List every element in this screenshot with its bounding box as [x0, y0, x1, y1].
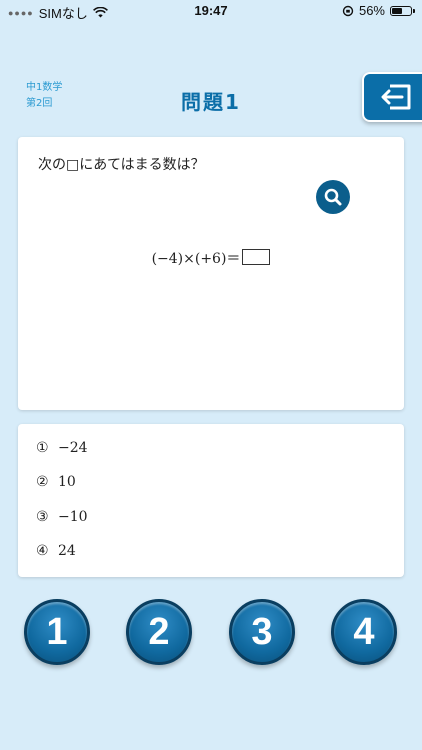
exit-button[interactable] — [362, 72, 422, 122]
choice-marker: ① — [36, 440, 49, 456]
page-title: 問題1 — [181, 90, 241, 114]
choices-card: ① −24 ② 10 ③ −10 ④ 24 — [18, 424, 404, 577]
math-expression: (−4)×(+6)＝ — [18, 248, 404, 268]
choice-marker: ③ — [36, 509, 49, 525]
choice-value: 10 — [58, 474, 76, 490]
choice-value: −10 — [58, 509, 88, 525]
choice-1: ① −24 — [36, 440, 88, 456]
header: 中1数学 第2回 問題1 — [0, 72, 422, 124]
orientation-lock-icon — [342, 5, 354, 16]
choice-3: ③ −10 — [36, 509, 88, 525]
battery-percent: 56% — [358, 3, 385, 18]
question-prompt: 次の□にあてはまる数は？ — [38, 157, 205, 173]
question-card: 次の□にあてはまる数は？ (−4)×(+6)＝ — [18, 137, 404, 410]
status-bar: ●●●● SIMなし 19:47 56% — [0, 0, 422, 22]
choice-marker: ② — [36, 474, 49, 490]
choice-marker: ④ — [36, 543, 49, 559]
status-right: 56% — [342, 3, 415, 18]
answer-blank-box — [242, 249, 271, 265]
answer-button-2[interactable]: 2 — [126, 599, 192, 665]
answer-button-4[interactable]: 4 — [331, 599, 397, 665]
battery-fill — [392, 7, 402, 14]
choice-4: ④ 24 — [36, 543, 76, 559]
exit-icon — [381, 84, 411, 110]
answer-button-3[interactable]: 3 — [229, 599, 295, 665]
choice-2: ② 10 — [36, 474, 76, 490]
zoom-button[interactable] — [316, 180, 350, 214]
expression-text: (−4)×(+6)＝ — [151, 251, 241, 267]
answer-button-1[interactable]: 1 — [24, 599, 90, 665]
choice-value: 24 — [58, 543, 76, 559]
choice-value: −24 — [58, 440, 88, 456]
battery-icon — [390, 5, 415, 16]
search-icon — [324, 188, 342, 206]
